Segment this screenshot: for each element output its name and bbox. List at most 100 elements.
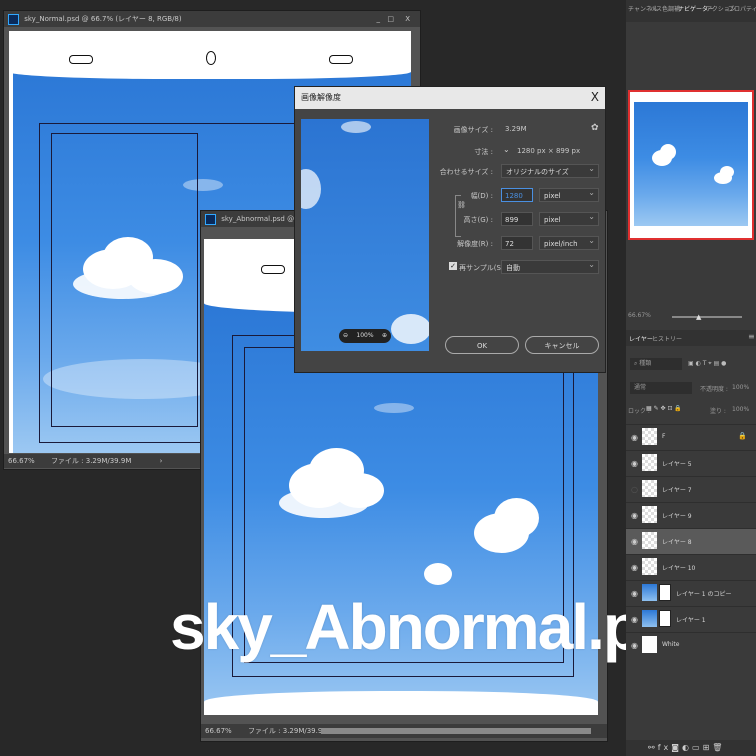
layer-row-8-selected[interactable]: ◉ レイヤー 8 [626, 528, 756, 554]
layer-name: レイヤー 8 [662, 539, 692, 546]
ok-button[interactable]: OK [445, 336, 519, 354]
layer-name: White [662, 641, 680, 648]
status-bar-abnormal: 66.67% ファイル : 3.29M/39.9M › [201, 724, 607, 738]
resolution-unit-select[interactable]: pixel/inch [539, 234, 599, 250]
gear-icon[interactable]: ✿ [591, 123, 599, 133]
fill-label: 塗り : [710, 408, 726, 415]
link-icon[interactable]: ⚯ [648, 743, 658, 752]
layer-row-5[interactable]: ◉ レイヤー 5 [626, 450, 756, 476]
chevron-down-icon[interactable]: ⌄ [503, 145, 510, 154]
eye-icon[interactable]: ◉ [631, 511, 638, 520]
blend-mode-select[interactable]: 通常 [630, 382, 692, 394]
layer-name: レイヤー 5 [662, 461, 692, 468]
layers-bottom-toolbar: ⚯fx◙◐▭⊞🗑 [626, 740, 756, 756]
eye-icon[interactable]: ◉ [631, 433, 638, 442]
tab-properties[interactable]: プロパティ [728, 4, 756, 13]
eye-icon[interactable]: ◉ [631, 615, 638, 624]
layer-mask-thumbnail[interactable] [659, 610, 671, 627]
resolution-input[interactable]: 72 [501, 236, 533, 250]
eye-icon[interactable]: ◉ [631, 589, 638, 598]
layer-filter-select[interactable]: ⌕ 種類 [630, 358, 682, 370]
navigator-zoom-value[interactable]: 66.67% [628, 312, 651, 319]
resample-checkbox[interactable]: ✓ [449, 262, 457, 270]
title-bar-normal[interactable]: sky_Normal.psd @ 66.7% (レイヤー 8, RGB/8) _… [4, 11, 420, 27]
layer-row-10[interactable]: ◉ レイヤー 10 [626, 554, 756, 580]
horizontal-scrollbar[interactable] [321, 728, 591, 734]
lock-icon: 🔒 [738, 432, 747, 440]
title-bar-abnormal[interactable]: sky_Abnormal.psd @ 66.7% (レイヤ [201, 211, 301, 227]
fit-to-select[interactable]: オリジナルのサイズ [501, 162, 599, 178]
dimensions-value: 1280 px × 899 px [517, 147, 581, 155]
image-size-value: 3.29M [505, 125, 527, 133]
image-size-dialog[interactable]: 画像解像度 X ⊖ 100% ⊕ 画像サイズ : 3.29M ✿ 寸法 : ⌄ … [294, 86, 606, 373]
height-input[interactable]: 899 [501, 212, 533, 226]
image-size-label: 画像サイズ : [453, 126, 493, 134]
folder-icon[interactable]: ▭ [692, 743, 703, 752]
fx-icon[interactable]: fx [658, 743, 672, 752]
layer-thumbnail [642, 610, 657, 627]
layer-row-7[interactable]: ○ レイヤー 7 [626, 476, 756, 502]
layer-row-f[interactable]: ◉ F 🔒 [626, 424, 756, 450]
hole-abnormal [261, 265, 285, 274]
right-panel: チャンネル パス 色調補 ナビゲーター アクション プロパティ 66.67% ▲… [626, 0, 756, 756]
layer-thumbnail [642, 506, 657, 523]
cancel-button[interactable]: キャンセル [525, 336, 599, 354]
lock-icons[interactable]: ▦ ✎ ✥ ⊡ 🔒 [646, 405, 682, 412]
width-input[interactable]: 1280 [501, 188, 533, 202]
layer-row-1-copy[interactable]: ◉ レイヤー 1 のコピー [626, 580, 756, 606]
hole-center [206, 51, 216, 65]
fill-value[interactable]: 100% [732, 406, 749, 413]
maximize-button[interactable]: □ [387, 11, 394, 27]
zoom-in-icon[interactable]: ⊕ [382, 329, 387, 343]
eye-icon[interactable]: ◉ [631, 537, 638, 546]
filter-icons[interactable]: ▣ ◐ T ⌖ ▤ ● [688, 360, 726, 368]
mask-icon[interactable]: ◙ [671, 743, 682, 752]
layer-thumbnail [642, 558, 657, 575]
close-button[interactable]: X [405, 11, 410, 27]
height-label: 高さ(G) : [463, 216, 493, 224]
tab-layers[interactable]: レイヤー [629, 334, 653, 343]
layer-name: レイヤー 9 [662, 513, 692, 520]
minimize-button[interactable]: _ [377, 11, 381, 27]
layer-row-9[interactable]: ◉ レイヤー 9 [626, 502, 756, 528]
frame-inner-normal [51, 133, 198, 427]
layer-mask-thumbnail[interactable] [659, 584, 671, 601]
resample-select[interactable]: 自動 [501, 258, 599, 274]
eye-icon[interactable]: ◉ [631, 563, 638, 572]
dialog-title: 画像解像度 [295, 87, 605, 109]
trash-icon[interactable]: 🗑 [712, 743, 725, 752]
layer-name: F [662, 433, 666, 440]
window-title-normal: sky_Normal.psd @ 66.7% (レイヤー 8, RGB/8) [24, 15, 182, 23]
layer-thumbnail [642, 454, 657, 471]
zoom-readout-normal[interactable]: 66.67% [4, 457, 35, 465]
width-unit-select[interactable]: pixel [539, 186, 599, 202]
width-label: 幅(D) : [470, 192, 493, 200]
layer-row-white[interactable]: ◉ White [626, 632, 756, 658]
zoom-out-icon[interactable]: ⊖ [343, 329, 348, 343]
hole-left [69, 55, 93, 64]
zoom-readout-abnormal[interactable]: 66.67% [201, 727, 232, 735]
slider-handle-icon[interactable]: ▲ [696, 313, 701, 321]
opacity-label: 不透明度 : [700, 386, 728, 393]
link-chain-icon[interactable]: ⛓ [457, 201, 466, 209]
layer-thumbnail [642, 428, 657, 445]
navigator-preview[interactable] [628, 90, 754, 240]
panel-menu-icon[interactable]: ≡ [748, 332, 755, 341]
eye-icon[interactable]: ◉ [631, 641, 638, 650]
eye-hidden-icon[interactable]: ○ [631, 485, 638, 494]
height-unit-select[interactable]: pixel [539, 210, 599, 226]
status-arrow-icon[interactable]: › [134, 457, 163, 465]
new-layer-icon[interactable]: ⊞ [703, 743, 713, 752]
adjustment-icon[interactable]: ◐ [682, 743, 692, 752]
opacity-value[interactable]: 100% [732, 384, 749, 391]
tab-history[interactable]: ヒストリー [652, 334, 682, 343]
search-icon: ⌕ [634, 360, 638, 367]
tab-paths[interactable]: パス [650, 4, 662, 13]
preview-zoom-bar[interactable]: ⊖ 100% ⊕ [339, 329, 391, 343]
layer-thumbnail [642, 584, 657, 601]
photoshop-icon [205, 213, 216, 225]
eye-icon[interactable]: ◉ [631, 459, 638, 468]
dialog-close-button[interactable]: X [591, 90, 599, 104]
layer-row-1[interactable]: ◉ レイヤー 1 [626, 606, 756, 632]
navigator-zoom-slider[interactable] [672, 316, 742, 318]
